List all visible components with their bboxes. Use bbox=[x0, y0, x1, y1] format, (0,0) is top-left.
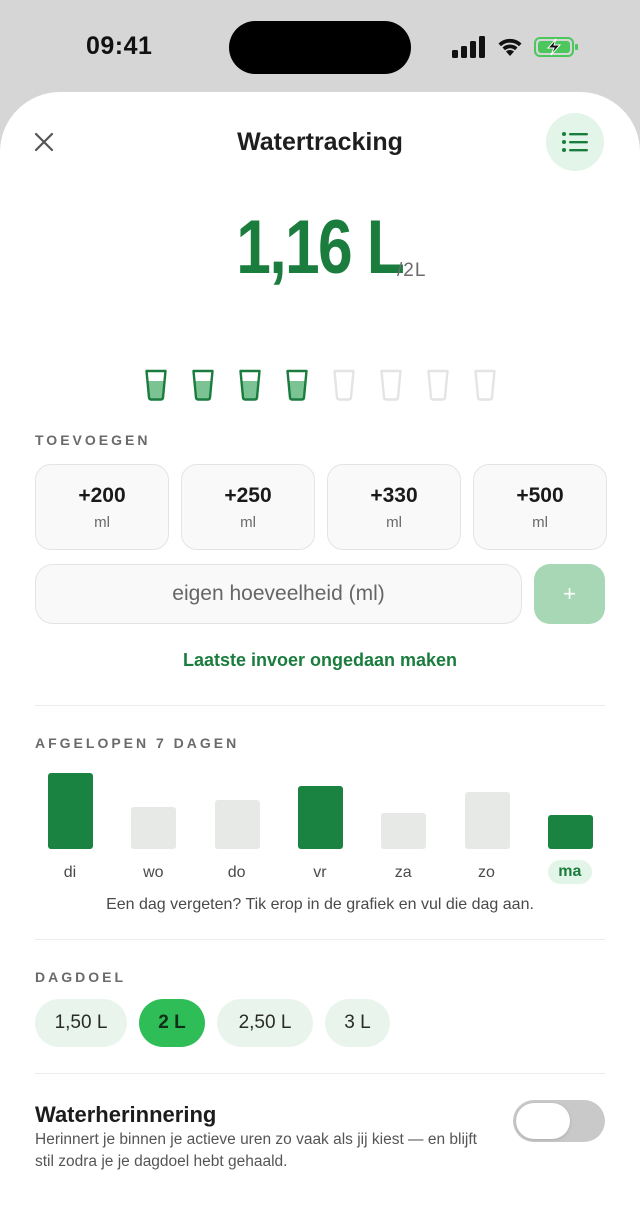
glass-filled-icon bbox=[145, 369, 167, 401]
glass-empty-icon bbox=[333, 369, 355, 401]
chart-bar bbox=[214, 800, 260, 849]
chart-day-za[interactable]: za bbox=[368, 762, 438, 882]
chart-day-ma[interactable]: ma bbox=[535, 762, 605, 884]
divider bbox=[35, 705, 605, 706]
chart-hint: Een dag vergeten? Tik erop in de grafiek… bbox=[106, 896, 534, 913]
history-list-button[interactable] bbox=[546, 113, 604, 171]
status-bar: 09:41 bbox=[0, 0, 640, 92]
chart-day-vr[interactable]: vr bbox=[285, 762, 355, 882]
quick-add-unit: ml bbox=[94, 513, 110, 531]
chart-bar bbox=[547, 815, 593, 849]
custom-amount-input[interactable] bbox=[35, 564, 522, 624]
quick-add-amount: +250 bbox=[224, 483, 272, 507]
quick-add-unit: ml bbox=[240, 513, 256, 531]
history-section-label: AFGELOPEN 7 DAGEN bbox=[35, 735, 240, 751]
chart-day-label: vr bbox=[313, 864, 327, 881]
chart-day-label: wo bbox=[143, 864, 164, 881]
quick-add-amount: +500 bbox=[516, 483, 564, 507]
dynamic-island bbox=[229, 21, 411, 74]
list-icon bbox=[562, 132, 588, 152]
daily-goal-label: DAGDOEL bbox=[35, 969, 126, 985]
history-bar-chart: di wo do vr za zo ma bbox=[35, 762, 605, 884]
goal-option-chip[interactable]: 2,50 L bbox=[217, 999, 313, 1047]
reminder-title: Waterherinnering bbox=[35, 1102, 217, 1127]
quick-add-amount: +330 bbox=[370, 483, 418, 507]
chart-bar bbox=[48, 773, 93, 849]
divider bbox=[35, 939, 605, 940]
chart-bar bbox=[297, 786, 343, 849]
quick-add-200-button[interactable]: +200 ml bbox=[35, 464, 169, 550]
quick-add-amount: +200 bbox=[78, 483, 126, 507]
glass-empty-icon bbox=[427, 369, 449, 401]
quick-add-unit: ml bbox=[532, 513, 548, 531]
battery-charging-icon bbox=[534, 37, 578, 57]
chart-bar bbox=[464, 792, 510, 849]
chart-day-label: zo bbox=[478, 864, 495, 881]
toggle-knob bbox=[516, 1103, 570, 1139]
quick-add-unit: ml bbox=[386, 513, 402, 531]
add-section-label: TOEVOEGEN bbox=[35, 432, 151, 448]
glass-filled-icon bbox=[192, 369, 214, 401]
glass-empty-icon bbox=[474, 369, 496, 401]
chart-day-wo[interactable]: wo bbox=[118, 762, 188, 882]
chart-day-zo[interactable]: zo bbox=[452, 762, 522, 882]
intake-amount: 1,16 L bbox=[0, 204, 640, 291]
chart-day-do[interactable]: do bbox=[202, 762, 272, 882]
water-tracking-sheet: Watertracking 1,16 L /2L TOEVOEGEN +200 … bbox=[0, 92, 640, 1228]
status-time: 09:41 bbox=[86, 32, 153, 60]
page-title: Watertracking bbox=[237, 128, 403, 156]
chart-day-label: ma bbox=[547, 860, 592, 884]
glass-filled-icon bbox=[286, 369, 308, 401]
reminder-toggle[interactable] bbox=[513, 1100, 605, 1142]
status-icons bbox=[452, 35, 580, 59]
intake-goal: /2L bbox=[397, 260, 427, 281]
goal-option-chip-selected[interactable]: 2 L bbox=[139, 999, 205, 1047]
daily-goal-options: 1,50 L 2 L 2,50 L 3 L bbox=[35, 999, 390, 1047]
quick-add-row: +200 ml +250 ml +330 ml +500 ml bbox=[35, 464, 607, 550]
glass-empty-icon bbox=[380, 369, 402, 401]
signal-icon bbox=[452, 36, 485, 58]
chart-day-label: za bbox=[394, 864, 412, 881]
quick-add-500-button[interactable]: +500 ml bbox=[473, 464, 607, 550]
add-custom-button[interactable]: + bbox=[534, 564, 605, 624]
quick-add-330-button[interactable]: +330 ml bbox=[327, 464, 461, 550]
wifi-icon bbox=[498, 38, 522, 56]
goal-option-chip[interactable]: 1,50 L bbox=[35, 999, 127, 1047]
chart-day-label: do bbox=[227, 864, 246, 881]
quick-add-250-button[interactable]: +250 ml bbox=[181, 464, 315, 550]
reminder-description: Herinnert je binnen je actieve uren zo v… bbox=[35, 1131, 477, 1170]
header-title-wrap: Watertracking bbox=[20, 128, 620, 157]
glass-filled-icon bbox=[239, 369, 261, 401]
chart-bar bbox=[381, 813, 427, 849]
goal-option-chip[interactable]: 3 L bbox=[325, 999, 390, 1047]
chart-day-di[interactable]: di bbox=[35, 762, 105, 882]
intake-value: 1,16 L bbox=[236, 205, 405, 290]
chart-bar bbox=[131, 807, 177, 849]
undo-last-entry-link[interactable]: Laatste invoer ongedaan maken bbox=[0, 650, 640, 671]
divider bbox=[35, 1073, 605, 1074]
chart-day-label: di bbox=[63, 864, 77, 881]
glasses-row bbox=[144, 369, 497, 401]
